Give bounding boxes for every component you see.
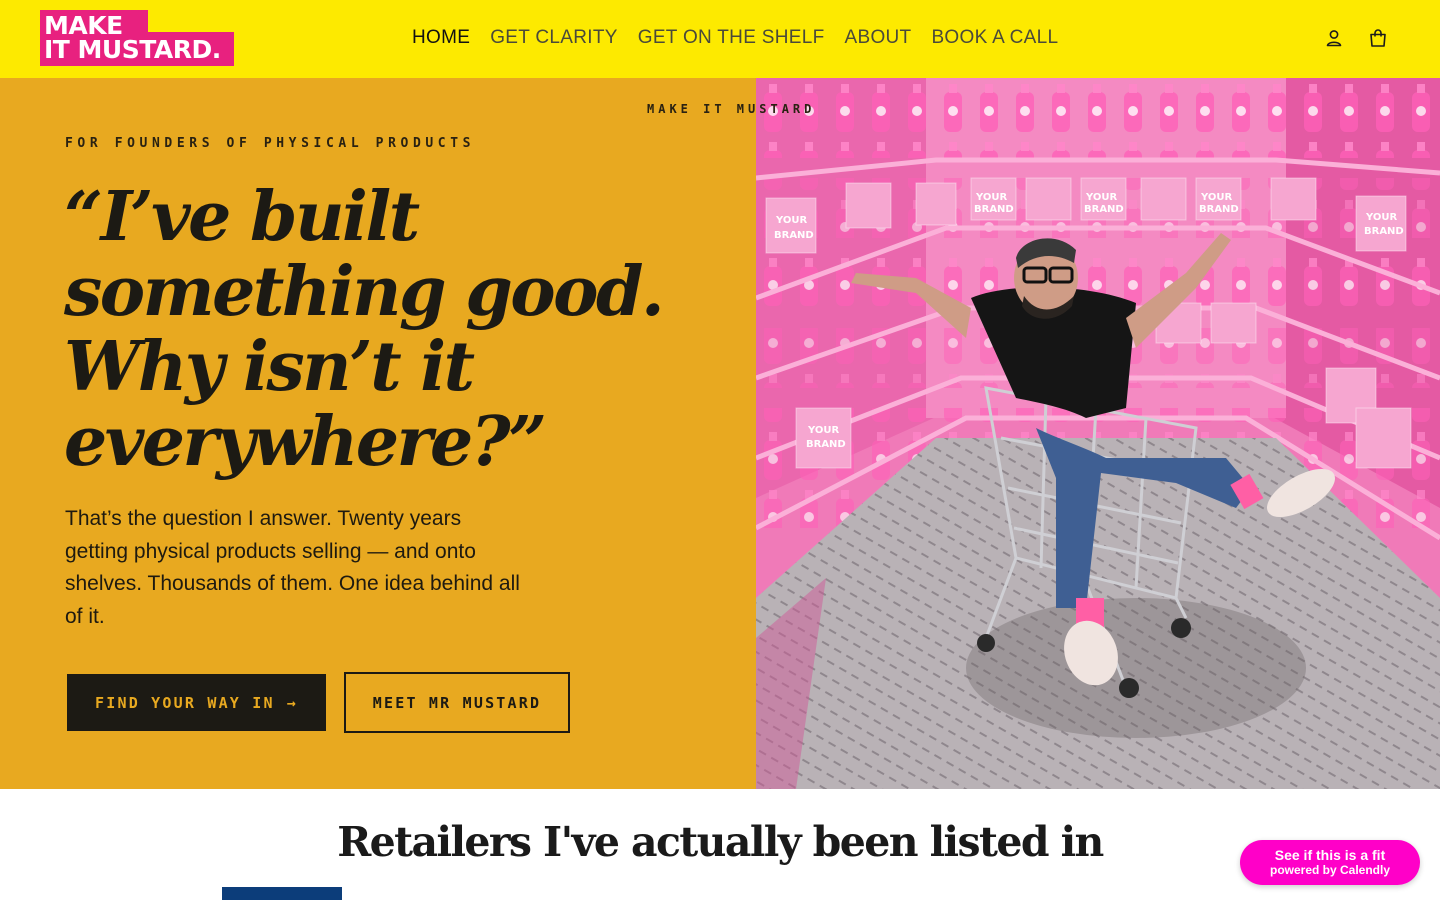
hero-eyebrow: FOR FOUNDERS OF PHYSICAL PRODUCTS bbox=[65, 136, 476, 151]
box-label: BRAND bbox=[1364, 226, 1404, 237]
find-your-way-in-label: FIND YOUR WAY IN bbox=[95, 693, 275, 712]
headline-line-1: “I’ve built bbox=[64, 177, 420, 257]
hero-headline: “I’ve built something good. Why isn’t it… bbox=[64, 177, 665, 482]
find-your-way-in-button[interactable]: FIND YOUR WAY IN → bbox=[67, 674, 326, 731]
headline-line-3: Why isn’t it bbox=[64, 327, 475, 407]
nav-home[interactable]: HOME bbox=[402, 26, 480, 50]
account-icon[interactable] bbox=[1323, 27, 1345, 49]
site-header: MAKE IT MUSTARD. HOME GET CLARITY GET ON… bbox=[0, 0, 1440, 78]
nav-get-on-the-shelf[interactable]: GET ON THE SHELF bbox=[628, 26, 835, 50]
box-label: BRAND bbox=[1084, 204, 1124, 215]
calendly-powered-by: powered by Calendly bbox=[1269, 863, 1391, 877]
hero-lead-paragraph: That’s the question I answer. Twenty yea… bbox=[65, 507, 520, 628]
cart-icon[interactable] bbox=[1367, 27, 1389, 49]
main-nav: HOME GET CLARITY GET ON THE SHELF ABOUT … bbox=[402, 26, 1068, 50]
box-label: YOUR bbox=[775, 215, 808, 226]
arrow-right-icon: → bbox=[286, 693, 298, 712]
headline-line-4: everywhere?” bbox=[64, 402, 547, 482]
box-label: YOUR bbox=[975, 192, 1008, 203]
make-it-mustard-logo[interactable]: MAKE IT MUSTARD. bbox=[40, 10, 234, 66]
box-label: BRAND bbox=[774, 230, 814, 241]
shopping-cart-shelves-illustration: YOUR BRAND YOUR BRAND YOUR BRAND YOUR BR… bbox=[756, 78, 1440, 789]
box-label: YOUR bbox=[807, 425, 840, 436]
calendly-badge-button[interactable]: See if this is a fit powered by Calendly bbox=[1240, 840, 1420, 885]
nav-get-clarity[interactable]: GET CLARITY bbox=[480, 26, 628, 50]
box-label: BRAND bbox=[974, 204, 1014, 215]
meet-mr-mustard-button[interactable]: MEET MR MUSTARD bbox=[344, 672, 570, 733]
calendly-cta-text: See if this is a fit bbox=[1274, 847, 1386, 863]
nav-about[interactable]: ABOUT bbox=[835, 26, 922, 50]
logo-text-line-2: IT MUSTARD. bbox=[44, 35, 221, 64]
box-label: YOUR bbox=[1200, 192, 1233, 203]
headline-line-2: something good. bbox=[64, 252, 665, 332]
retailers-heading: Retailers I've actually been listed in bbox=[337, 818, 1104, 866]
hero-brand-tag: MAKE IT MUSTARD bbox=[647, 102, 816, 116]
retailer-logo bbox=[222, 887, 342, 900]
box-label: YOUR bbox=[1365, 212, 1398, 223]
box-label: BRAND bbox=[806, 439, 846, 450]
hero-photo: YOUR BRAND YOUR BRAND YOUR BRAND YOUR BR… bbox=[756, 78, 1440, 789]
box-label: YOUR bbox=[1085, 192, 1118, 203]
box-label: BRAND bbox=[1199, 204, 1239, 215]
nav-book-a-call[interactable]: BOOK A CALL bbox=[921, 26, 1068, 50]
